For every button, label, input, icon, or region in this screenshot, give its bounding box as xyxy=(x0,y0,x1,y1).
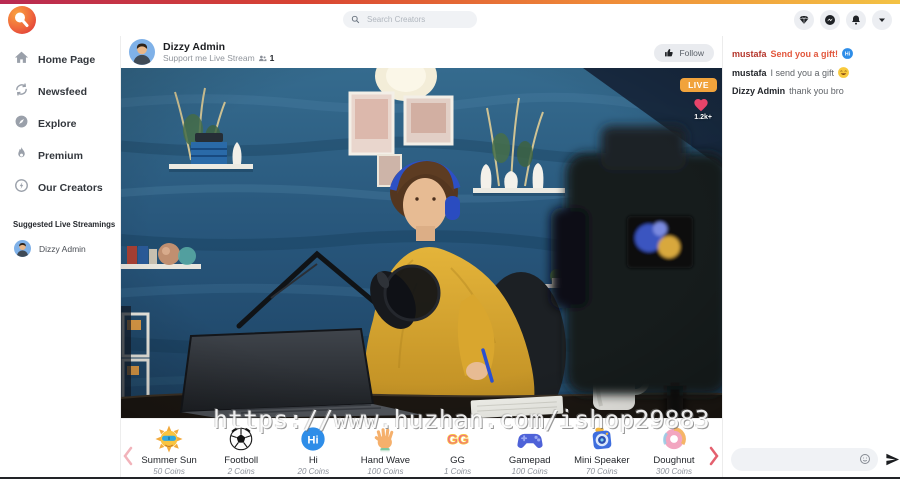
chat-input-row xyxy=(723,443,900,475)
send-icon xyxy=(885,452,900,467)
follow-button[interactable]: Follow xyxy=(654,44,714,62)
stream-subtitle: Support me Live Stream 1 xyxy=(163,53,274,63)
chat-message: mustafaI send you a gift xyxy=(723,63,900,82)
live-badge: LIVE xyxy=(680,78,717,92)
gift-list: Summer Sun 50 Coins Footboll 2 Coins Hi … xyxy=(121,419,722,479)
avatar-icon xyxy=(14,240,31,257)
notifications-button[interactable] xyxy=(846,10,866,30)
chat-panel: mustafaSend you a gift!Hi mustafaI send … xyxy=(722,36,900,479)
bell-icon xyxy=(850,14,862,26)
topbar-actions xyxy=(794,10,892,30)
gift-item-gamepad[interactable]: Gamepad 100 Coins xyxy=(494,425,566,479)
hi-icon: Hi xyxy=(841,47,854,60)
mini-speaker-icon xyxy=(588,425,616,453)
gift-item-mini-speaker[interactable]: Mini Speaker 70 Coins xyxy=(566,425,638,479)
chat-message: Dizzy Adminthank you bro xyxy=(723,82,900,100)
svg-text:Hi: Hi xyxy=(308,434,319,446)
svg-text:GG: GG xyxy=(447,431,469,447)
viewer-count: 1 xyxy=(270,53,275,63)
chevron-down-icon xyxy=(876,14,888,26)
sidebar: Home Page Newsfeed Explore Premi xyxy=(0,36,121,479)
gem-icon xyxy=(798,14,810,26)
hi-icon: Hi xyxy=(299,425,327,453)
search-icon xyxy=(351,15,360,24)
gift-item-footboll[interactable]: Footboll 2 Coins xyxy=(205,425,277,479)
hand-wave-icon xyxy=(371,425,399,453)
svg-text:Hi: Hi xyxy=(845,52,851,58)
stream-main: Dizzy Admin Support me Live Stream 1 xyxy=(121,36,722,479)
search-bar[interactable] xyxy=(343,11,477,28)
likes-count: 1.2k+ xyxy=(694,114,712,121)
suggested-streams-header: Suggested Live Streamings xyxy=(0,204,120,235)
chat-input-field[interactable] xyxy=(738,453,859,465)
emoji-picker-icon[interactable] xyxy=(859,453,871,465)
gift-item-doughnut[interactable]: Doughnut 300 Coins xyxy=(638,425,710,479)
diamonds-button[interactable] xyxy=(794,10,814,30)
suggested-streams-list: Dizzy Admin xyxy=(0,235,120,262)
thumbs-up-icon xyxy=(664,48,674,58)
heart-icon[interactable] xyxy=(692,97,710,113)
creators-icon xyxy=(14,178,29,198)
stream-header: Dizzy Admin Support me Live Stream 1 xyxy=(121,36,722,68)
send-message-button[interactable] xyxy=(885,451,900,467)
sidebar-item-newsfeed[interactable]: Newsfeed xyxy=(0,76,120,108)
gift-item-gg[interactable]: GG GG 1 Coins xyxy=(422,425,494,479)
live-video-player[interactable]: LIVE 1.2k+ xyxy=(121,68,722,418)
football-icon xyxy=(227,425,255,453)
topbar xyxy=(0,4,900,36)
gifts-scroll-right-icon[interactable] xyxy=(707,445,721,467)
chat-message: mustafaSend you a gift!Hi xyxy=(723,44,900,63)
gg-icon: GG xyxy=(444,425,472,453)
sidebar-item-home-page[interactable]: Home Page xyxy=(0,44,120,76)
video-scene xyxy=(121,68,722,418)
summer-sun-icon xyxy=(155,425,183,453)
premium-icon xyxy=(14,146,29,166)
messenger-icon xyxy=(824,14,836,26)
chat-message-list: mustafaSend you a gift!Hi mustafaI send … xyxy=(723,36,900,100)
doughnut-icon xyxy=(660,425,688,453)
search-input[interactable] xyxy=(365,14,469,25)
laugh-icon xyxy=(837,66,850,79)
gift-item-hi[interactable]: Hi Hi 20 Coins xyxy=(277,425,349,479)
sidebar-item-premium[interactable]: Premium xyxy=(0,140,120,172)
viewers-icon xyxy=(258,54,267,63)
creator-name: Dizzy Admin xyxy=(163,41,274,54)
creator-avatar[interactable] xyxy=(129,39,155,65)
gamepad-icon xyxy=(516,425,544,453)
sidebar-item-our-creators[interactable]: Our Creators xyxy=(0,172,120,204)
app-logo[interactable] xyxy=(8,6,36,34)
gift-item-summer-sun[interactable]: Summer Sun 50 Coins xyxy=(133,425,205,479)
gift-bar: Summer Sun 50 Coins Footboll 2 Coins Hi … xyxy=(121,418,722,479)
gifts-scroll-left-icon[interactable] xyxy=(121,445,135,467)
sidebar-nav: Home Page Newsfeed Explore Premi xyxy=(0,44,120,204)
account-menu-button[interactable] xyxy=(872,10,892,30)
messages-button[interactable] xyxy=(820,10,840,30)
newsfeed-icon xyxy=(14,82,29,102)
app-window: Home Page Newsfeed Explore Premi xyxy=(0,0,900,479)
suggested-stream-dizzy-admin[interactable]: Dizzy Admin xyxy=(0,235,120,262)
explore-icon xyxy=(14,114,29,134)
chat-input[interactable] xyxy=(731,448,878,471)
sidebar-item-explore[interactable]: Explore xyxy=(0,108,120,140)
home-icon xyxy=(14,50,29,70)
gift-item-hand-wave[interactable]: Hand Wave 100 Coins xyxy=(349,425,421,479)
stream-titles: Dizzy Admin Support me Live Stream 1 xyxy=(163,41,274,64)
